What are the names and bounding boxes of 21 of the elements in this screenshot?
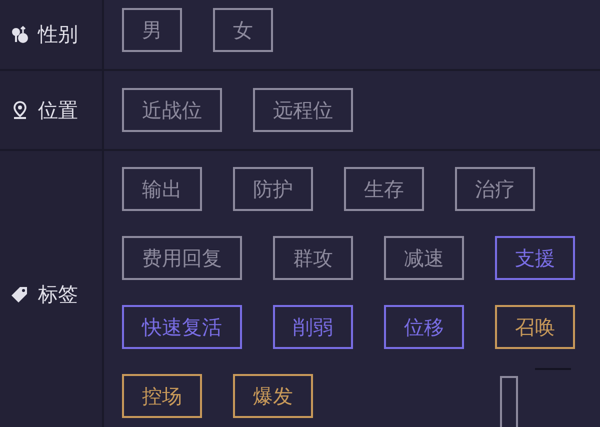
section-label: 位置 xyxy=(38,96,78,124)
tag-button[interactable]: 减速 xyxy=(384,236,464,280)
tag-button[interactable]: 快速复活 xyxy=(122,305,242,349)
tag-button[interactable]: 群攻 xyxy=(273,236,353,280)
tag-button[interactable]: 爆发 xyxy=(233,374,313,418)
tag-button[interactable]: 召唤 xyxy=(495,305,575,349)
tag-button[interactable]: 近战位 xyxy=(122,88,222,132)
section-label: 标签 xyxy=(38,281,78,308)
tag-button[interactable]: 女 xyxy=(213,8,273,52)
tag-button[interactable]: 远程位 xyxy=(253,88,353,132)
tag-button[interactable]: 费用回复 xyxy=(122,236,242,280)
tag-button[interactable]: 防护 xyxy=(233,167,313,211)
tag-button[interactable]: 治疗 xyxy=(455,167,535,211)
tag-button[interactable]: 控场 xyxy=(122,374,202,418)
tag-button[interactable]: 位移 xyxy=(384,305,464,349)
tag-button[interactable]: 生存 xyxy=(344,167,424,211)
tag-button[interactable]: 输出 xyxy=(122,167,202,211)
tag-button[interactable]: 支援 xyxy=(495,236,575,280)
tag-button[interactable]: 男 xyxy=(122,8,182,52)
tag-button[interactable]: 削弱 xyxy=(273,305,353,349)
section-label: 性别 xyxy=(38,21,78,48)
